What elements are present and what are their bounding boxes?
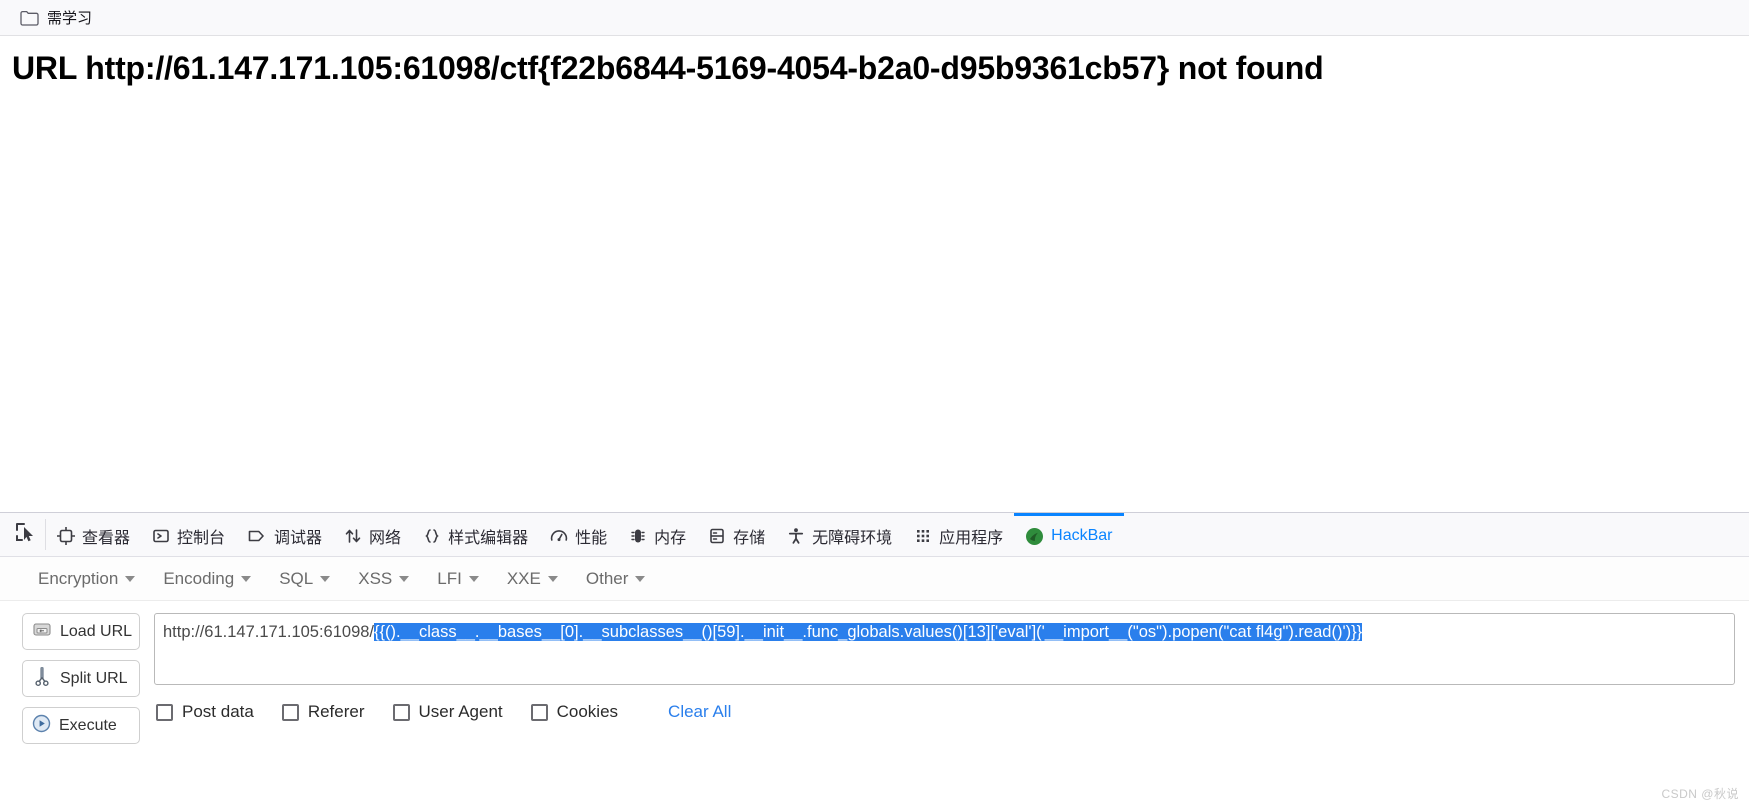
inspector-icon	[57, 527, 75, 545]
tab-label: 内存	[654, 530, 687, 547]
hackbar-panel: Encryption Encoding SQL XSS LFI XXE Othe…	[0, 557, 1749, 808]
option-referer[interactable]: Referer	[281, 702, 365, 722]
hackbar-icon	[1025, 527, 1044, 546]
menu-other[interactable]: Other	[572, 565, 660, 593]
tab-label: 无障碍环境	[812, 530, 893, 547]
browser-window: 需学习 URL http://61.147.171.105:61098/ctf{…	[0, 0, 1749, 808]
execute-button[interactable]: Execute	[22, 707, 140, 744]
url-input[interactable]: http://61.147.171.105:61098/{{().__class…	[154, 613, 1735, 685]
load-url-button[interactable]: Load URL	[22, 613, 140, 650]
menu-xss[interactable]: XSS	[344, 565, 423, 593]
checkbox-post-data[interactable]	[156, 703, 173, 721]
option-label: Referer	[307, 702, 365, 721]
url-selected-payload: {{().__class__.__bases__[0].__subclasses…	[374, 623, 1363, 641]
tab-label: 性能	[575, 530, 608, 547]
clear-all-link[interactable]: Clear All	[668, 702, 731, 722]
tab-label: 网络	[369, 530, 402, 547]
button-label: Execute	[59, 716, 117, 734]
devtools-tabbar: 查看器 控制台 调试器 网络 样式编辑器 性能 内存 存储 无障碍环境 应用程序…	[0, 513, 1749, 557]
tab-console[interactable]: 控制台	[141, 513, 236, 556]
storage-icon	[708, 527, 726, 545]
option-label: Cookies	[556, 702, 619, 721]
chevron-down-icon	[547, 575, 558, 582]
application-icon	[914, 527, 932, 545]
chevron-down-icon	[399, 575, 410, 582]
style-editor-icon	[423, 527, 441, 545]
menu-lfi[interactable]: LFI	[423, 565, 493, 593]
tab-hackbar[interactable]: HackBar	[1014, 513, 1124, 556]
chevron-down-icon	[125, 575, 136, 582]
chevron-down-icon	[320, 575, 331, 582]
checkbox-cookies[interactable]	[530, 703, 548, 721]
performance-icon	[550, 527, 568, 545]
error-message: URL http://61.147.171.105:61098/ctf{f22b…	[12, 50, 1324, 86]
folder-icon	[20, 10, 39, 26]
load-url-icon	[32, 621, 52, 643]
tab-storage[interactable]: 存储	[697, 513, 776, 556]
menu-label: SQL	[279, 568, 314, 588]
option-cookies[interactable]: Cookies	[530, 702, 619, 722]
option-label: Post data	[182, 702, 254, 721]
devtools-panel: 查看器 控制台 调试器 网络 样式编辑器 性能 内存 存储 无障碍环境 应用程序…	[0, 512, 1749, 808]
accessibility-icon	[787, 527, 805, 545]
hackbar-options-row: Post data Referer User Agent Cookies Cle…	[154, 702, 1735, 722]
tab-label: 调试器	[274, 530, 323, 547]
console-icon	[152, 527, 170, 545]
tab-debugger[interactable]: 调试器	[236, 513, 333, 556]
tab-label: 控制台	[177, 530, 226, 547]
tab-memory[interactable]: 内存	[618, 513, 697, 556]
url-prefix: http://61.147.171.105:61098/	[163, 623, 375, 641]
url-input-text: http://61.147.171.105:61098/{{().__class…	[163, 622, 1728, 642]
menu-xxe[interactable]: XXE	[493, 565, 572, 593]
bookmark-item[interactable]: 需学习	[14, 4, 98, 31]
split-url-icon	[32, 666, 52, 691]
menu-label: Encoding	[163, 568, 235, 588]
chevron-down-icon	[241, 575, 252, 582]
chevron-down-icon	[635, 575, 646, 582]
hackbar-action-buttons: Load URL Split URL Execute	[22, 613, 140, 744]
button-label: Load URL	[60, 622, 133, 640]
checkbox-user-agent[interactable]	[392, 703, 410, 721]
tab-accessibility[interactable]: 无障碍环境	[776, 513, 903, 556]
menu-label: XSS	[358, 568, 393, 588]
tab-application[interactable]: 应用程序	[903, 513, 1014, 556]
chevron-down-icon	[468, 575, 479, 582]
menu-encoding[interactable]: Encoding	[149, 565, 265, 593]
tab-label: 应用程序	[939, 530, 1004, 547]
watermark: CSDN @秋说	[1661, 787, 1739, 801]
menu-sql[interactable]: SQL	[265, 565, 344, 593]
tab-style-editor[interactable]: 样式编辑器	[412, 513, 539, 556]
element-picker-button[interactable]	[4, 519, 46, 550]
menu-label: Other	[585, 568, 629, 588]
tab-label: 查看器	[82, 530, 131, 547]
hackbar-menubar: Encryption Encoding SQL XSS LFI XXE Othe…	[0, 557, 1749, 601]
checkbox-referer[interactable]	[281, 703, 299, 721]
option-label: User Agent	[418, 702, 503, 721]
bookmark-label: 需学习	[47, 10, 93, 27]
page-content: URL http://61.147.171.105:61098/ctf{f22b…	[0, 36, 1749, 512]
button-label: Split URL	[60, 669, 128, 687]
option-post-data[interactable]: Post data	[156, 702, 254, 722]
network-icon	[344, 527, 362, 545]
element-picker-icon	[14, 522, 36, 547]
menu-label: XXE	[506, 568, 541, 588]
menu-encryption[interactable]: Encryption	[24, 565, 149, 593]
menu-label: LFI	[437, 568, 462, 588]
tab-network[interactable]: 网络	[333, 513, 412, 556]
memory-icon	[629, 527, 647, 545]
debugger-icon	[247, 527, 267, 545]
hackbar-url-area: http://61.147.171.105:61098/{{().__class…	[154, 613, 1735, 744]
hackbar-body: Load URL Split URL Execute http://61.147…	[0, 601, 1749, 744]
option-user-agent[interactable]: User Agent	[392, 702, 503, 722]
tab-label: 存储	[733, 530, 766, 547]
tab-performance[interactable]: 性能	[539, 513, 618, 556]
tab-inspector[interactable]: 查看器	[46, 513, 141, 556]
tab-label: 样式编辑器	[448, 530, 529, 547]
execute-icon	[32, 714, 51, 738]
bookmarks-toolbar: 需学习	[0, 0, 1749, 36]
split-url-button[interactable]: Split URL	[22, 660, 140, 697]
menu-label: Encryption	[38, 568, 119, 588]
tab-label: HackBar	[1051, 527, 1113, 544]
